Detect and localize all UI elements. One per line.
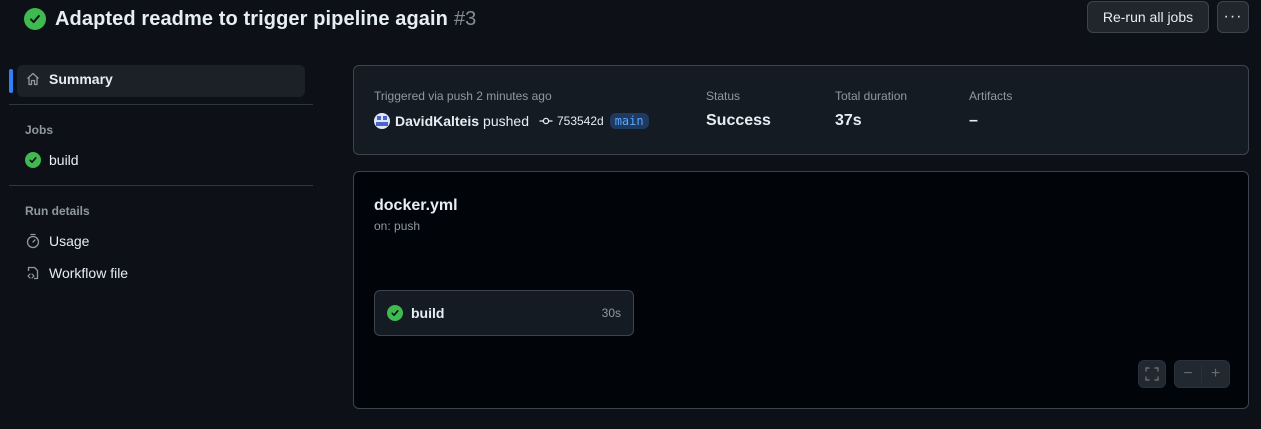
- sidebar-job-label: build: [49, 152, 79, 168]
- more-options-button[interactable]: ···: [1217, 1, 1249, 33]
- success-check-icon: [387, 305, 403, 321]
- run-details-heading: Run details: [25, 204, 90, 218]
- workflow-trigger: on: push: [374, 219, 421, 233]
- active-indicator: [9, 69, 13, 93]
- sidebar-item-usage[interactable]: Usage: [25, 233, 89, 249]
- success-check-icon: [25, 152, 41, 168]
- triggered-label: Triggered via push 2 minutes ago: [374, 89, 552, 103]
- job-node-build[interactable]: build 30s: [374, 290, 634, 336]
- file-code-icon: [25, 265, 41, 281]
- sidebar-workflow-file-label: Workflow file: [49, 265, 129, 281]
- sidebar-item-workflow-file[interactable]: Workflow file: [25, 265, 128, 281]
- workflow-name: docker.yml: [374, 197, 458, 214]
- commit-sha-link[interactable]: 753542d: [557, 114, 604, 128]
- duration-label: Total duration: [835, 89, 908, 103]
- trigger-details: DavidKalteis pushed 753542d main: [374, 113, 649, 129]
- commit-icon: [539, 116, 553, 126]
- sidebar-divider: [9, 185, 313, 186]
- sidebar-summary-row[interactable]: Summary: [25, 71, 113, 87]
- action-text: pushed: [483, 113, 529, 129]
- workflow-graph-card: docker.yml on: push build 30s − +: [353, 171, 1249, 409]
- success-check-icon: [24, 8, 46, 30]
- sidebar-divider: [9, 104, 313, 105]
- home-icon: [25, 71, 41, 87]
- status-label: Status: [706, 89, 741, 103]
- artifacts-label: Artifacts: [969, 89, 1013, 103]
- run-header: Adapted readme to trigger pipeline again…: [24, 4, 476, 34]
- kebab-icon: ···: [1223, 8, 1243, 25]
- sidebar-usage-label: Usage: [49, 233, 90, 249]
- artifacts-value: –: [969, 112, 978, 129]
- avatar[interactable]: [374, 113, 390, 129]
- actor-link[interactable]: DavidKalteis: [395, 113, 479, 129]
- jobs-heading: Jobs: [25, 123, 54, 137]
- duration-value: 37s: [835, 112, 862, 129]
- sidebar-summary-label: Summary: [49, 71, 113, 87]
- status-value: Success: [706, 112, 771, 129]
- fullscreen-button[interactable]: [1138, 360, 1166, 388]
- rerun-all-jobs-button[interactable]: Re-run all jobs: [1087, 1, 1209, 33]
- zoom-out-button[interactable]: −: [1175, 365, 1202, 383]
- branch-badge[interactable]: main: [609, 113, 649, 129]
- zoom-controls: − +: [1174, 360, 1230, 388]
- sidebar-item-build[interactable]: build: [25, 152, 79, 168]
- run-title: Adapted readme to trigger pipeline again: [55, 7, 448, 30]
- job-duration: 30s: [601, 306, 621, 320]
- zoom-in-button[interactable]: +: [1202, 365, 1229, 383]
- stopwatch-icon: [25, 233, 41, 249]
- run-number: #3: [453, 7, 477, 30]
- run-summary-card: Triggered via push 2 minutes ago DavidKa…: [353, 65, 1249, 155]
- fullscreen-icon: [1145, 367, 1159, 381]
- job-name: build: [411, 305, 445, 321]
